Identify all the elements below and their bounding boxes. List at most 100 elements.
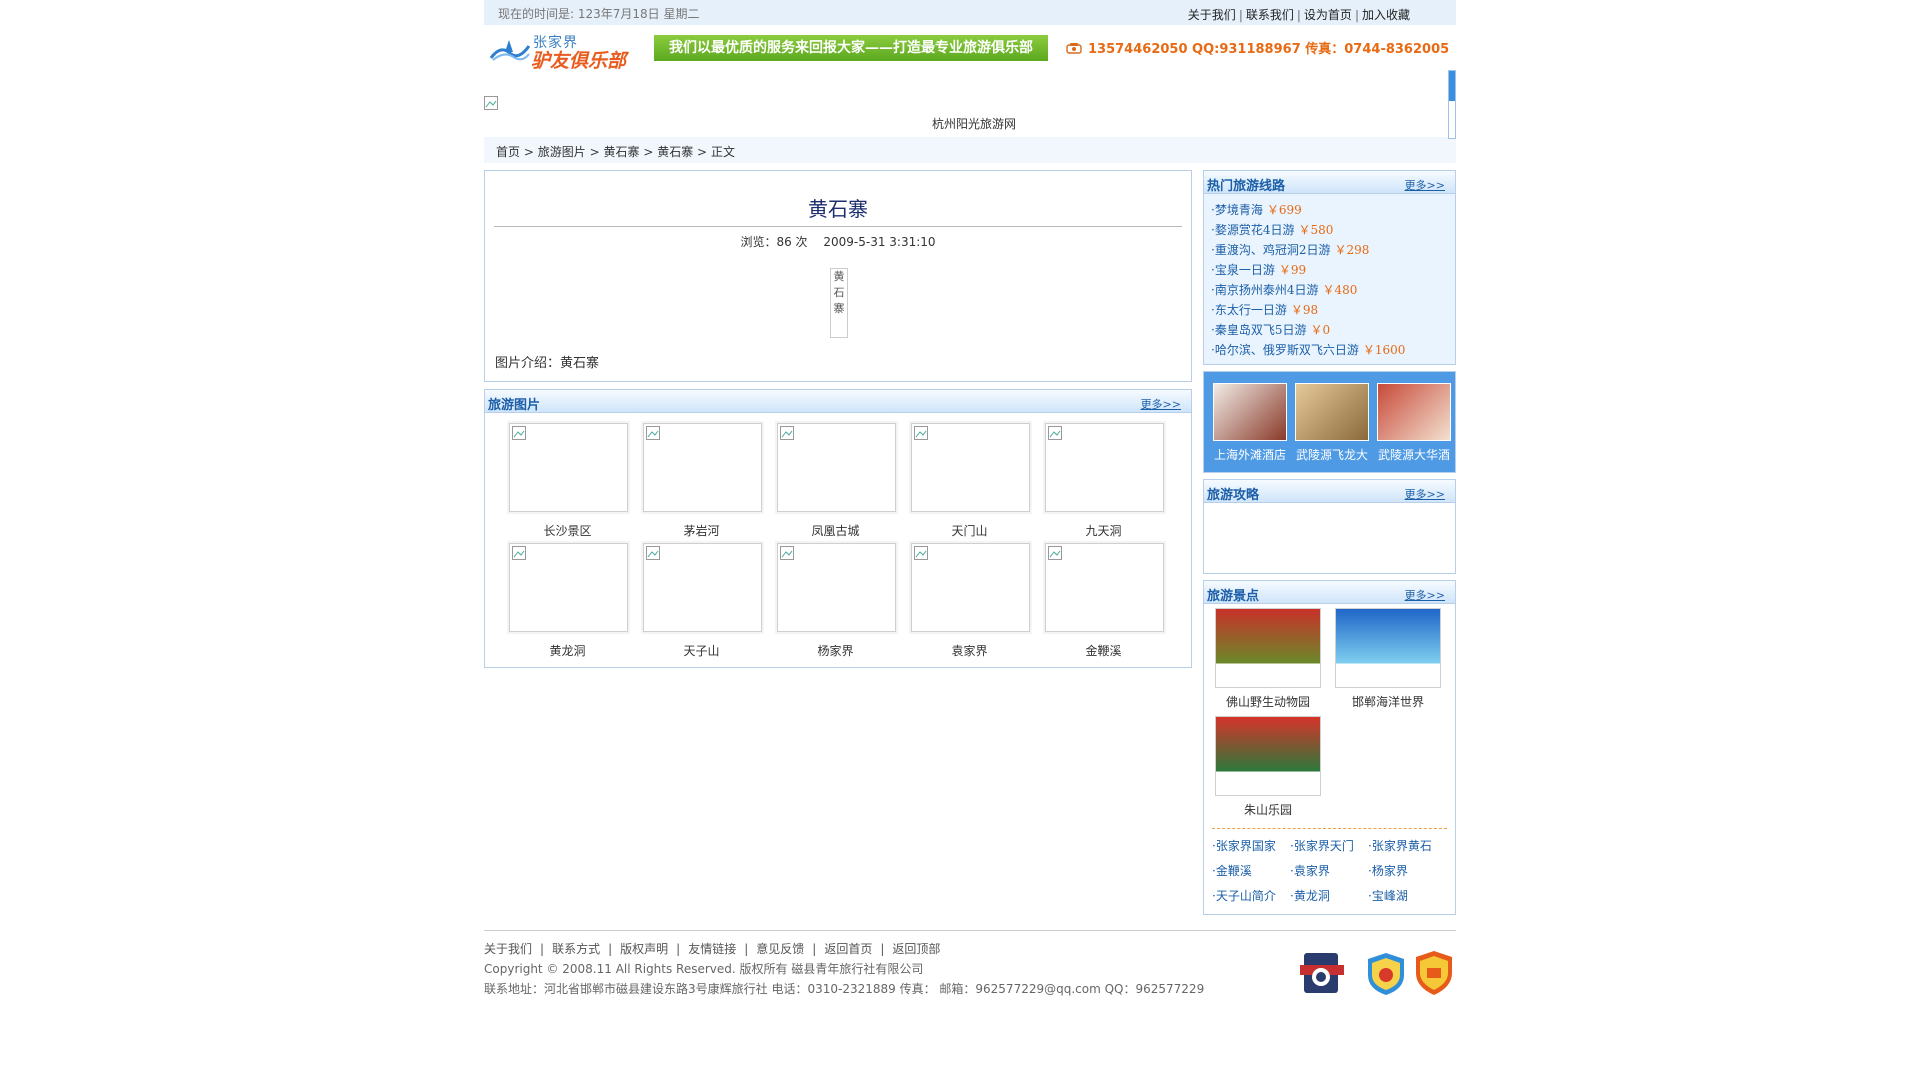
gallery-item[interactable]: 茅岩河 bbox=[643, 423, 762, 543]
route-name[interactable]: ·重渡沟、鸡冠洞2日游 bbox=[1211, 243, 1330, 257]
route-name[interactable]: ·秦皇岛双飞5日游 bbox=[1211, 323, 1306, 337]
route-name[interactable]: ·婺源赏花4日游 bbox=[1211, 223, 1294, 237]
hotel-item[interactable]: 上海外滩酒店 bbox=[1212, 383, 1288, 463]
hotel-photo[interactable] bbox=[1213, 383, 1287, 441]
spot-link[interactable]: ·宝峰湖 bbox=[1368, 885, 1446, 907]
route-item[interactable]: ·秦皇岛双飞5日游 ￥0 bbox=[1211, 320, 1455, 340]
link-about-us[interactable]: 关于我们 bbox=[1188, 8, 1236, 22]
footer-link[interactable]: 关于我们 bbox=[484, 942, 532, 956]
gallery-thumbnail[interactable] bbox=[1045, 423, 1164, 512]
footer-link[interactable]: 版权声明 bbox=[620, 942, 668, 956]
hot-routes-more-link[interactable]: 更多>> bbox=[1405, 177, 1445, 193]
hotel-name[interactable]: 上海外滩酒店 bbox=[1212, 446, 1288, 463]
guide-more-link[interactable]: 更多>> bbox=[1405, 486, 1445, 502]
spot-link[interactable]: ·杨家界 bbox=[1368, 860, 1446, 882]
link-add-favorite[interactable]: 加入收藏 bbox=[1362, 8, 1410, 22]
security-shield-icon[interactable] bbox=[1368, 953, 1404, 995]
route-item[interactable]: ·梦境青海 ￥699 bbox=[1211, 200, 1455, 220]
gallery-caption[interactable]: 杨家界 bbox=[777, 642, 894, 659]
gallery-thumbnail[interactable] bbox=[777, 423, 896, 512]
spots-box: 旅游景点 更多>> 佛山野生动物园 邯郸海洋世界 朱山乐园 ·张家界国家 ·张家界天门… bbox=[1203, 580, 1456, 915]
route-item[interactable]: ·宝泉一日游 ￥99 bbox=[1211, 260, 1455, 280]
gallery-item[interactable]: 长沙景区 bbox=[509, 423, 628, 543]
route-name[interactable]: ·东太行一日游 bbox=[1211, 303, 1287, 317]
gallery-thumbnail[interactable] bbox=[643, 543, 762, 632]
spot-poster[interactable] bbox=[1335, 608, 1441, 688]
spot-link[interactable]: ·黄龙洞 bbox=[1290, 885, 1368, 907]
gallery-caption[interactable]: 长沙景区 bbox=[509, 522, 626, 539]
spot-link[interactable]: ·袁家界 bbox=[1290, 860, 1368, 882]
gallery-caption[interactable]: 袁家界 bbox=[911, 642, 1028, 659]
footer-link[interactable]: 返回顶部 bbox=[892, 942, 940, 956]
spot-item[interactable]: 朱山乐园 bbox=[1212, 716, 1324, 818]
route-item[interactable]: ·重渡沟、鸡冠洞2日游 ￥298 bbox=[1211, 240, 1455, 260]
scrollbar-thumb[interactable] bbox=[1449, 71, 1455, 101]
gallery-item[interactable]: 黄龙洞 bbox=[509, 543, 628, 663]
breadcrumb-home[interactable]: 首页 bbox=[496, 145, 520, 159]
gallery-caption[interactable]: 茅岩河 bbox=[643, 522, 760, 539]
link-set-homepage[interactable]: 设为首页 bbox=[1304, 8, 1352, 22]
hotel-item[interactable]: 武陵源大华酒 bbox=[1376, 383, 1452, 463]
gallery-item[interactable]: 杨家界 bbox=[777, 543, 896, 663]
hotel-item[interactable]: 武陵源飞龙大 bbox=[1294, 383, 1370, 463]
gallery-caption[interactable]: 凤凰古城 bbox=[777, 522, 894, 539]
spot-poster[interactable] bbox=[1215, 608, 1321, 688]
footer-link[interactable]: 意见反馈 bbox=[756, 942, 804, 956]
spot-link[interactable]: ·张家界国家 bbox=[1212, 835, 1290, 857]
route-item[interactable]: ·哈尔滨、俄罗斯双飞六日游 ￥1600 bbox=[1211, 340, 1455, 360]
spot-caption[interactable]: 邯郸海洋世界 bbox=[1332, 693, 1444, 710]
spot-link[interactable]: ·天子山简介 bbox=[1212, 885, 1290, 907]
route-name[interactable]: ·宝泉一日游 bbox=[1211, 263, 1275, 277]
footer-link[interactable]: 返回首页 bbox=[824, 942, 872, 956]
hotel-name[interactable]: 武陵源大华酒 bbox=[1376, 446, 1452, 463]
link-contact-us[interactable]: 联系我们 bbox=[1246, 8, 1294, 22]
gallery-item[interactable]: 金鞭溪 bbox=[1045, 543, 1164, 663]
gallery-caption[interactable]: 黄龙洞 bbox=[509, 642, 626, 659]
gallery-thumbnail[interactable] bbox=[1045, 543, 1164, 632]
gallery-item[interactable]: 天门山 bbox=[911, 423, 1030, 543]
spot-item[interactable]: 佛山野生动物园 bbox=[1212, 608, 1324, 710]
spots-more-link[interactable]: 更多>> bbox=[1405, 587, 1445, 603]
spot-link[interactable]: ·张家界天门 bbox=[1290, 835, 1368, 857]
breadcrumb-category[interactable]: 黄石寨 bbox=[603, 145, 639, 159]
article-photo[interactable]: 黄石寨 bbox=[830, 268, 848, 338]
gallery-thumbnail[interactable] bbox=[509, 543, 628, 632]
breadcrumb-travel-photos[interactable]: 旅游图片 bbox=[538, 145, 586, 159]
spot-link[interactable]: ·金鞭溪 bbox=[1212, 860, 1290, 882]
route-name[interactable]: ·南京扬州泰州4日游 bbox=[1211, 283, 1318, 297]
spot-caption[interactable]: 佛山野生动物园 bbox=[1212, 693, 1324, 710]
hotel-photo[interactable] bbox=[1377, 383, 1451, 441]
route-item[interactable]: ·东太行一日游 ￥98 bbox=[1211, 300, 1455, 320]
police-badge-icon[interactable] bbox=[1300, 953, 1344, 993]
footer-link[interactable]: 联系方式 bbox=[552, 942, 600, 956]
breadcrumb-item[interactable]: 黄石寨 bbox=[657, 145, 693, 159]
gallery-caption[interactable]: 金鞭溪 bbox=[1045, 642, 1162, 659]
gallery-caption[interactable]: 天门山 bbox=[911, 522, 1028, 539]
gallery-item[interactable]: 凤凰古城 bbox=[777, 423, 896, 543]
gallery-thumbnail[interactable] bbox=[643, 423, 762, 512]
route-item[interactable]: ·婺源赏花4日游 ￥580 bbox=[1211, 220, 1455, 240]
hotel-name[interactable]: 武陵源飞龙大 bbox=[1294, 446, 1370, 463]
route-item[interactable]: ·南京扬州泰州4日游 ￥480 bbox=[1211, 280, 1455, 300]
site-logo[interactable]: 张家界 驴友俱乐部 bbox=[487, 28, 637, 72]
gallery-thumbnail[interactable] bbox=[911, 543, 1030, 632]
gallery-thumbnail[interactable] bbox=[777, 543, 896, 632]
gallery-thumbnail[interactable] bbox=[911, 423, 1030, 512]
banner-scrollbar[interactable] bbox=[1448, 70, 1456, 139]
hotel-photo[interactable] bbox=[1295, 383, 1369, 441]
gallery-caption[interactable]: 九天洞 bbox=[1045, 522, 1162, 539]
spot-link[interactable]: ·张家界黄石 bbox=[1368, 835, 1446, 857]
gallery-item[interactable]: 九天洞 bbox=[1045, 423, 1164, 543]
gallery-item[interactable]: 袁家界 bbox=[911, 543, 1030, 663]
footer-link[interactable]: 友情链接 bbox=[688, 942, 736, 956]
gallery-item[interactable]: 天子山 bbox=[643, 543, 762, 663]
trust-shield-icon[interactable] bbox=[1416, 951, 1452, 995]
spot-item[interactable]: 邯郸海洋世界 bbox=[1332, 608, 1444, 710]
gallery-thumbnail[interactable] bbox=[509, 423, 628, 512]
spot-caption[interactable]: 朱山乐园 bbox=[1212, 801, 1324, 818]
spot-poster[interactable] bbox=[1215, 716, 1321, 796]
gallery-caption[interactable]: 天子山 bbox=[643, 642, 760, 659]
gallery-more-link[interactable]: 更多>> bbox=[1141, 396, 1181, 412]
route-name[interactable]: ·哈尔滨、俄罗斯双飞六日游 bbox=[1211, 343, 1359, 357]
route-name[interactable]: ·梦境青海 bbox=[1211, 203, 1263, 217]
